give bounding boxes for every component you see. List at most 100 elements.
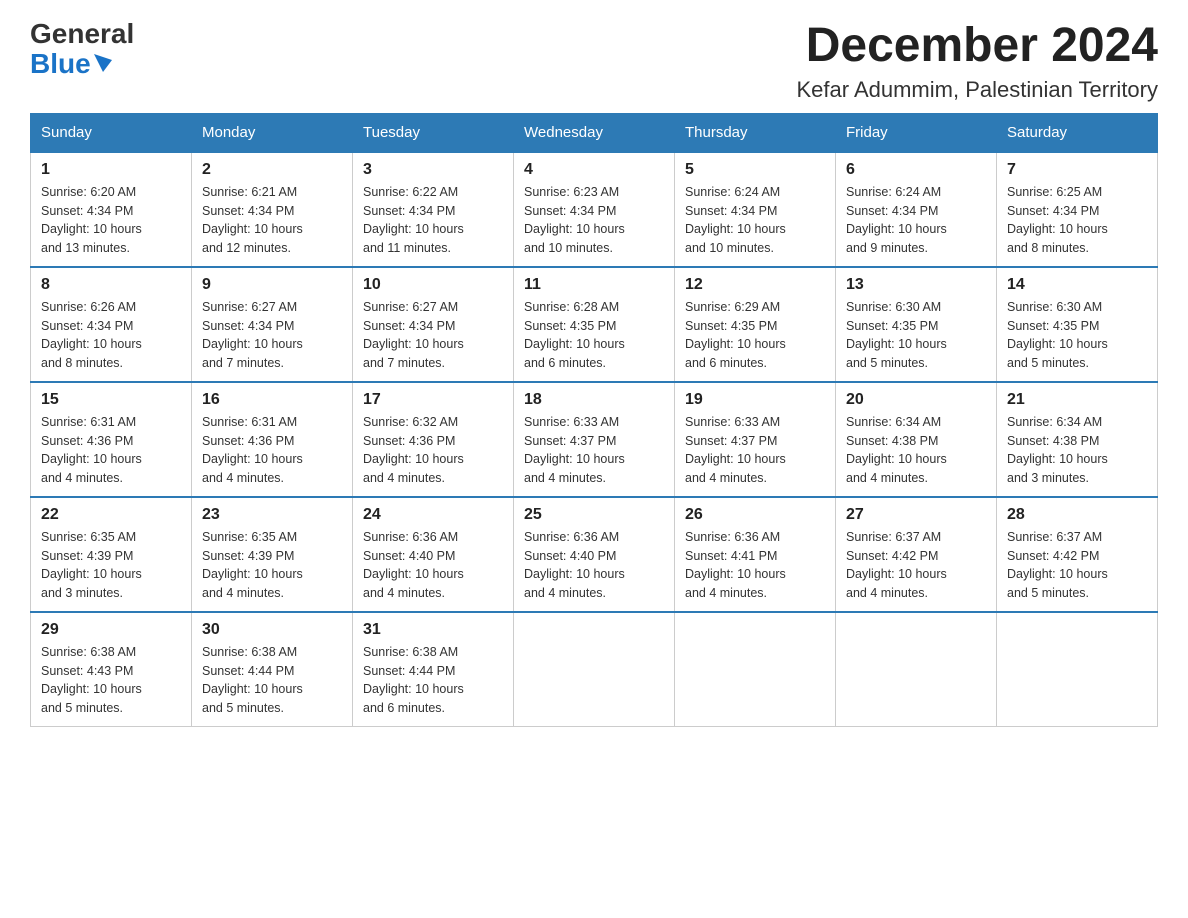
day-number: 9 [202,276,342,294]
calendar-cell: 14 Sunrise: 6:30 AMSunset: 4:35 PMDayligh… [997,267,1158,382]
logo: General Blue [30,20,134,80]
day-info: Sunrise: 6:33 AMSunset: 4:37 PMDaylight:… [685,413,825,488]
day-info: Sunrise: 6:32 AMSunset: 4:36 PMDaylight:… [363,413,503,488]
calendar-header: SundayMondayTuesdayWednesdayThursdayFrid… [31,113,1158,152]
day-info: Sunrise: 6:25 AMSunset: 4:34 PMDaylight:… [1007,183,1147,258]
calendar-cell: 12 Sunrise: 6:29 AMSunset: 4:35 PMDayligh… [675,267,836,382]
day-number: 21 [1007,391,1147,409]
calendar-cell [997,612,1158,727]
calendar-week-row: 8 Sunrise: 6:26 AMSunset: 4:34 PMDaylight… [31,267,1158,382]
weekday-header-tuesday: Tuesday [353,113,514,152]
day-number: 13 [846,276,986,294]
day-number: 18 [524,391,664,409]
calendar-cell: 31Sunrise: 6:38 AMSunset: 4:44 PMDayligh… [353,612,514,727]
calendar-cell: 8 Sunrise: 6:26 AMSunset: 4:34 PMDaylight… [31,267,192,382]
calendar-cell: 16 Sunrise: 6:31 AMSunset: 4:36 PMDayligh… [192,382,353,497]
day-info: Sunrise: 6:24 AMSunset: 4:34 PMDaylight:… [685,183,825,258]
calendar-cell: 3Sunrise: 6:22 AMSunset: 4:34 PMDaylight… [353,152,514,267]
calendar-cell: 26Sunrise: 6:36 AMSunset: 4:41 PMDayligh… [675,497,836,612]
calendar-cell: 17 Sunrise: 6:32 AMSunset: 4:36 PMDayligh… [353,382,514,497]
calendar-cell: 7Sunrise: 6:25 AMSunset: 4:34 PMDaylight… [997,152,1158,267]
day-number: 17 [363,391,503,409]
calendar-body: 1Sunrise: 6:20 AMSunset: 4:34 PMDaylight… [31,152,1158,727]
day-number: 31 [363,621,503,639]
day-number: 16 [202,391,342,409]
weekday-header-sunday: Sunday [31,113,192,152]
day-info: Sunrise: 6:31 AMSunset: 4:36 PMDaylight:… [41,413,181,488]
day-number: 20 [846,391,986,409]
calendar-cell: 25Sunrise: 6:36 AMSunset: 4:40 PMDayligh… [514,497,675,612]
calendar-cell: 20 Sunrise: 6:34 AMSunset: 4:38 PMDayligh… [836,382,997,497]
calendar-cell: 9 Sunrise: 6:27 AMSunset: 4:34 PMDaylight… [192,267,353,382]
day-info: Sunrise: 6:26 AMSunset: 4:34 PMDaylight:… [41,298,181,373]
calendar-week-row: 22 Sunrise: 6:35 AMSunset: 4:39 PMDayligh… [31,497,1158,612]
day-info: Sunrise: 6:35 AMSunset: 4:39 PMDaylight:… [202,528,342,603]
day-info: Sunrise: 6:37 AMSunset: 4:42 PMDaylight:… [1007,528,1147,603]
calendar-cell: 4Sunrise: 6:23 AMSunset: 4:34 PMDaylight… [514,152,675,267]
calendar-cell: 10Sunrise: 6:27 AMSunset: 4:34 PMDayligh… [353,267,514,382]
day-number: 1 [41,161,181,179]
day-info: Sunrise: 6:35 AMSunset: 4:39 PMDaylight:… [41,528,181,603]
calendar-cell: 27Sunrise: 6:37 AMSunset: 4:42 PMDayligh… [836,497,997,612]
page-header: General Blue December 2024 Kefar Adummim… [30,20,1158,103]
day-info: Sunrise: 6:36 AMSunset: 4:40 PMDaylight:… [363,528,503,603]
day-info: Sunrise: 6:33 AMSunset: 4:37 PMDaylight:… [524,413,664,488]
weekday-header-row: SundayMondayTuesdayWednesdayThursdayFrid… [31,113,1158,152]
day-number: 30 [202,621,342,639]
day-number: 5 [685,161,825,179]
calendar-cell [514,612,675,727]
calendar-cell: 18 Sunrise: 6:33 AMSunset: 4:37 PMDayligh… [514,382,675,497]
day-info: Sunrise: 6:28 AMSunset: 4:35 PMDaylight:… [524,298,664,373]
title-section: December 2024 Kefar Adummim, Palestinian… [796,20,1158,103]
day-number: 11 [524,276,664,294]
day-number: 15 [41,391,181,409]
calendar-cell: 13 Sunrise: 6:30 AMSunset: 4:35 PMDayligh… [836,267,997,382]
calendar-cell: 22 Sunrise: 6:35 AMSunset: 4:39 PMDayligh… [31,497,192,612]
calendar-table: SundayMondayTuesdayWednesdayThursdayFrid… [30,113,1158,727]
day-info: Sunrise: 6:34 AMSunset: 4:38 PMDaylight:… [846,413,986,488]
day-info: Sunrise: 6:34 AMSunset: 4:38 PMDaylight:… [1007,413,1147,488]
calendar-cell [836,612,997,727]
calendar-cell: 5 Sunrise: 6:24 AMSunset: 4:34 PMDaylight… [675,152,836,267]
day-number: 8 [41,276,181,294]
day-number: 24 [363,506,503,524]
day-number: 6 [846,161,986,179]
day-info: Sunrise: 6:27 AMSunset: 4:34 PMDaylight:… [363,298,503,373]
logo-arrow-icon [94,54,112,72]
weekday-header-friday: Friday [836,113,997,152]
calendar-week-row: 1Sunrise: 6:20 AMSunset: 4:34 PMDaylight… [31,152,1158,267]
day-number: 29 [41,621,181,639]
month-title: December 2024 [796,20,1158,73]
day-info: Sunrise: 6:29 AMSunset: 4:35 PMDaylight:… [685,298,825,373]
calendar-cell: 28 Sunrise: 6:37 AMSunset: 4:42 PMDayligh… [997,497,1158,612]
calendar-cell: 23Sunrise: 6:35 AMSunset: 4:39 PMDayligh… [192,497,353,612]
day-number: 12 [685,276,825,294]
day-info: Sunrise: 6:30 AMSunset: 4:35 PMDaylight:… [846,298,986,373]
day-info: Sunrise: 6:31 AMSunset: 4:36 PMDaylight:… [202,413,342,488]
weekday-header-thursday: Thursday [675,113,836,152]
calendar-cell: 1Sunrise: 6:20 AMSunset: 4:34 PMDaylight… [31,152,192,267]
day-info: Sunrise: 6:21 AMSunset: 4:34 PMDaylight:… [202,183,342,258]
day-number: 22 [41,506,181,524]
day-info: Sunrise: 6:38 AMSunset: 4:43 PMDaylight:… [41,643,181,718]
day-number: 14 [1007,276,1147,294]
day-info: Sunrise: 6:36 AMSunset: 4:40 PMDaylight:… [524,528,664,603]
day-info: Sunrise: 6:27 AMSunset: 4:34 PMDaylight:… [202,298,342,373]
day-info: Sunrise: 6:22 AMSunset: 4:34 PMDaylight:… [363,183,503,258]
weekday-header-saturday: Saturday [997,113,1158,152]
day-info: Sunrise: 6:23 AMSunset: 4:34 PMDaylight:… [524,183,664,258]
day-info: Sunrise: 6:36 AMSunset: 4:41 PMDaylight:… [685,528,825,603]
calendar-cell: 15 Sunrise: 6:31 AMSunset: 4:36 PMDayligh… [31,382,192,497]
day-info: Sunrise: 6:30 AMSunset: 4:35 PMDaylight:… [1007,298,1147,373]
logo-blue-row: Blue [30,48,112,80]
calendar-cell: 6 Sunrise: 6:24 AMSunset: 4:34 PMDaylight… [836,152,997,267]
calendar-cell: 24 Sunrise: 6:36 AMSunset: 4:40 PMDayligh… [353,497,514,612]
day-number: 19 [685,391,825,409]
day-info: Sunrise: 6:24 AMSunset: 4:34 PMDaylight:… [846,183,986,258]
calendar-cell: 30Sunrise: 6:38 AMSunset: 4:44 PMDayligh… [192,612,353,727]
calendar-cell: 11 Sunrise: 6:28 AMSunset: 4:35 PMDayligh… [514,267,675,382]
calendar-cell [675,612,836,727]
calendar-week-row: 29 Sunrise: 6:38 AMSunset: 4:43 PMDayligh… [31,612,1158,727]
weekday-header-monday: Monday [192,113,353,152]
day-number: 28 [1007,506,1147,524]
